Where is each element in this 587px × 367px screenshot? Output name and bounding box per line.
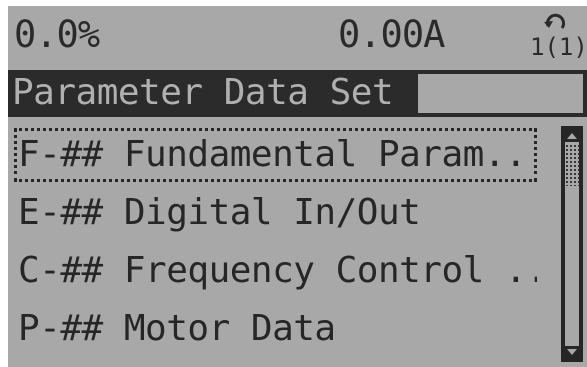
menu-item-digital-in-out[interactable]: E-## Digital In/Out — [14, 186, 537, 240]
status-percent-readout: 0.0% — [14, 13, 100, 56]
parameter-group-list: F-## Fundamental Param... E-## Digital I… — [8, 124, 553, 367]
menu-item-frequency-control[interactable]: C-## Frequency Control ... — [14, 244, 537, 298]
lcd-display: 0.0% 0.00A 1(1) Parameter Data Set F-## … — [8, 6, 587, 367]
setup-indicator: 1(1) — [530, 12, 587, 62]
menu-item-label: F-## Fundamental Param... — [18, 134, 537, 175]
scrollbar[interactable] — [561, 126, 583, 362]
status-bar: 0.0% 0.00A 1(1) — [8, 6, 587, 64]
scroll-down-icon[interactable] — [565, 346, 579, 358]
menu-item-label: E-## Digital In/Out — [18, 192, 421, 233]
menu-item-fundamental-param[interactable]: F-## Fundamental Param... — [14, 128, 537, 182]
menu-item-label: C-## Frequency Control ... — [18, 250, 537, 291]
menu-item-motor-data[interactable]: P-## Motor Data — [14, 302, 537, 356]
menu-item-label: P-## Motor Data — [18, 308, 336, 349]
title-cursor-block — [418, 74, 583, 113]
rotate-arrow-icon — [544, 13, 566, 29]
setup-label: 1(1) — [530, 33, 587, 61]
page-title: Parameter Data Set — [12, 72, 394, 113]
scroll-up-icon[interactable] — [565, 130, 579, 142]
status-current-readout: 0.00A — [338, 13, 445, 56]
scroll-thumb[interactable] — [565, 144, 579, 186]
title-bar: Parameter Data Set — [8, 70, 587, 117]
